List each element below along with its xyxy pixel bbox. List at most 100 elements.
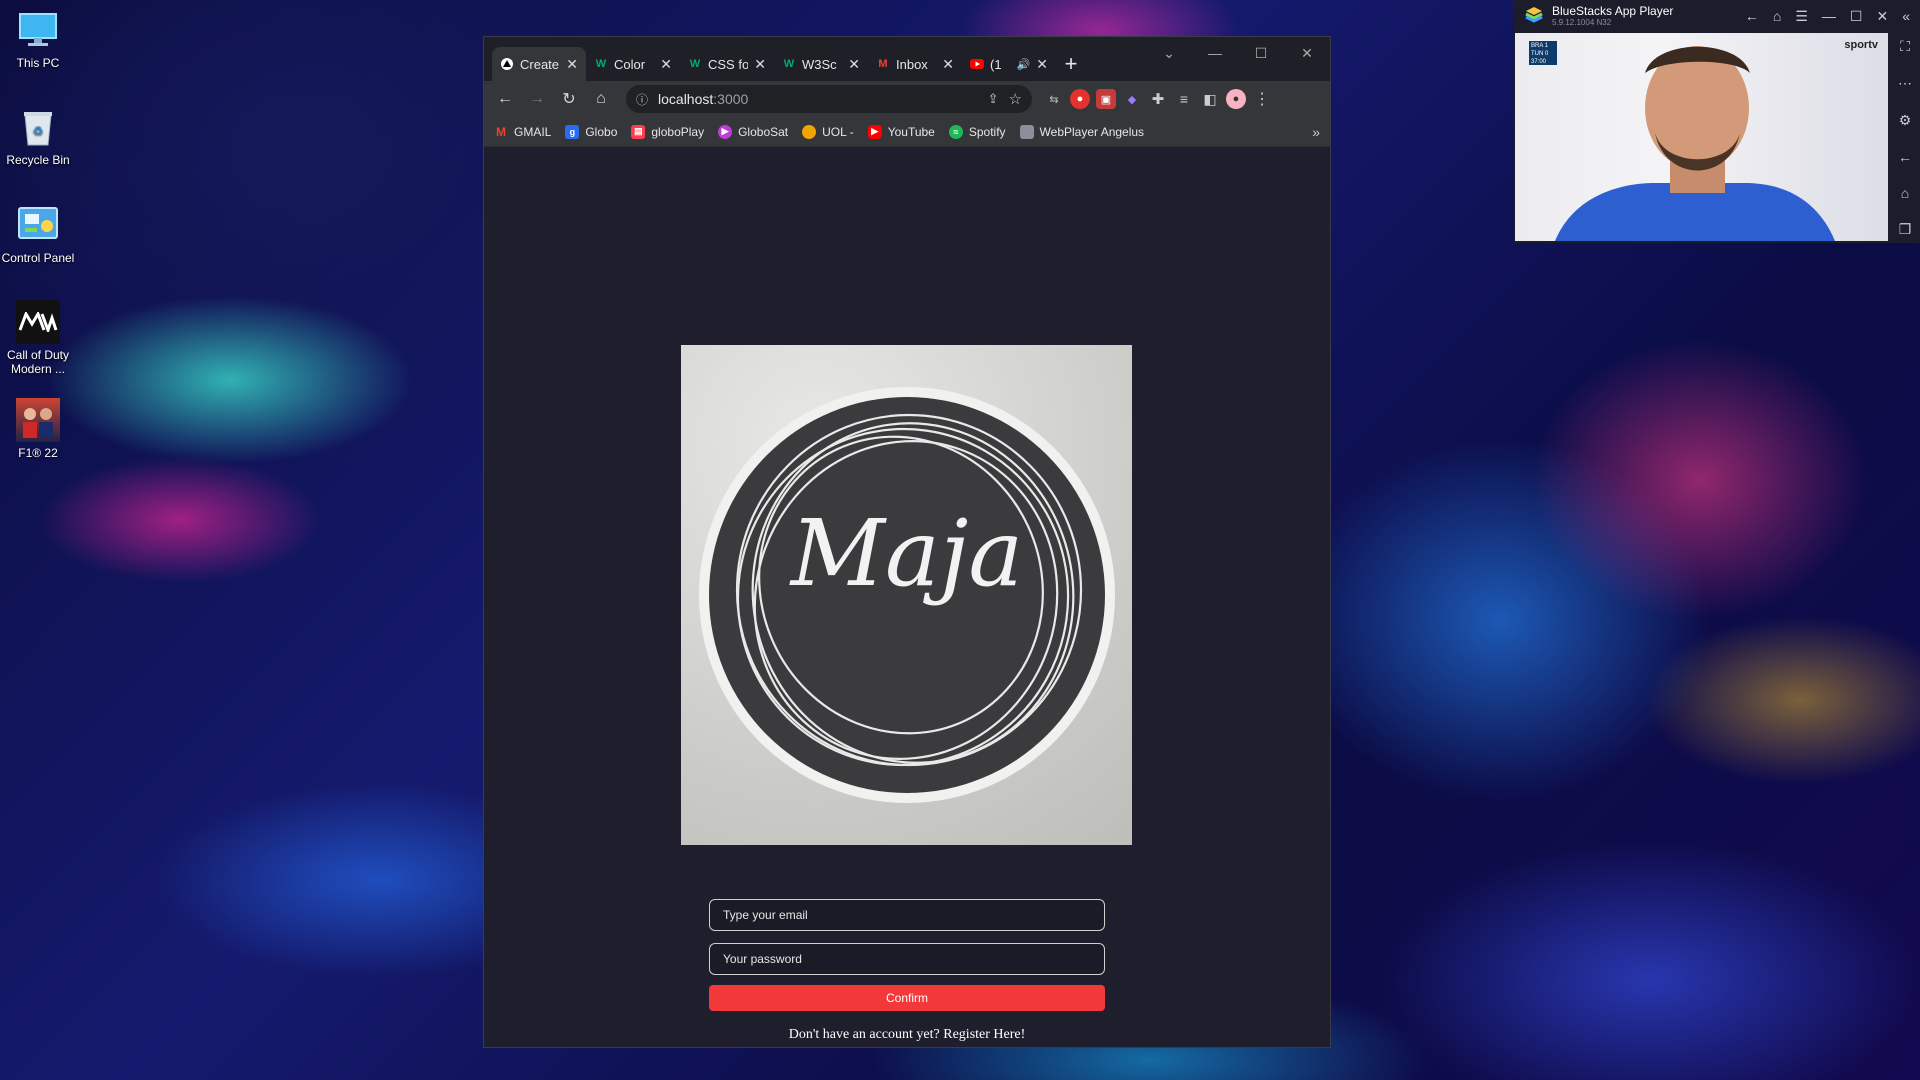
- bluestacks-title: BlueStacks App Player: [1552, 4, 1674, 18]
- bluestacks-logo-icon: [1524, 5, 1544, 28]
- bookmark-webplayer-angelus[interactable]: WebPlayer Angelus: [1019, 124, 1144, 139]
- menu-icon[interactable]: ☰: [1795, 8, 1808, 25]
- minimize-icon[interactable]: —: [1192, 37, 1238, 69]
- bluestacks-window: BlueStacks App Player 5.9.12.1004 N32 ← …: [1514, 0, 1920, 243]
- gmail-icon: M: [878, 58, 888, 70]
- control-panel-icon: [16, 203, 60, 247]
- tab-search-icon[interactable]: ⌄: [1146, 37, 1192, 69]
- close-icon[interactable]: ✕: [942, 56, 954, 73]
- w3schools-icon: W: [783, 58, 795, 70]
- extensions-puzzle-icon[interactable]: ✚: [1148, 89, 1168, 109]
- bookmark-gmail[interactable]: M GMAIL: [494, 125, 551, 139]
- logo-image: Maja: [681, 345, 1132, 845]
- close-icon[interactable]: ✕: [1876, 8, 1888, 25]
- globo-icon: g: [565, 124, 580, 139]
- tab-youtube[interactable]: (1 🔊 ✕: [962, 47, 1056, 81]
- forward-icon[interactable]: →: [524, 86, 550, 112]
- desktop-icon-control-panel[interactable]: Control Panel: [0, 203, 76, 265]
- login-form: Confirm Don't have an account yet? Regis…: [709, 899, 1105, 1043]
- tab-inbox[interactable]: M Inbox ✕: [868, 47, 962, 81]
- spotify-icon: ≈: [948, 124, 963, 139]
- side-panel-icon[interactable]: ◧: [1200, 89, 1220, 109]
- bookmarks-bar: M GMAIL g Globo ▤ globoPlay ▶ GloboSat UOL -…: [484, 117, 1330, 147]
- desktop-icon-label: Control Panel: [1, 251, 75, 265]
- bookmark-globosat[interactable]: ▶ GloboSat: [718, 124, 788, 139]
- info-icon[interactable]: ⓘ: [636, 91, 648, 108]
- maximize-icon[interactable]: ☐: [1850, 8, 1863, 25]
- desktop-icon-recycle-bin[interactable]: ♻ Recycle Bin: [0, 105, 76, 167]
- extension-icon[interactable]: ▣: [1096, 89, 1116, 109]
- svg-text:Maja: Maja: [789, 500, 1023, 607]
- new-tab-button[interactable]: +: [1056, 47, 1086, 81]
- bluestacks-version: 5.9.12.1004 N32: [1552, 18, 1612, 27]
- close-icon[interactable]: ✕: [566, 56, 578, 73]
- back-icon[interactable]: ←: [492, 86, 518, 112]
- register-link[interactable]: Don't have an account yet? Register Here…: [709, 1027, 1105, 1043]
- email-field[interactable]: [709, 899, 1105, 931]
- back-icon[interactable]: ←: [1898, 149, 1912, 165]
- tab-color[interactable]: W Color ✕: [586, 47, 680, 81]
- triangle-icon: [500, 57, 514, 71]
- reload-icon[interactable]: ↻: [556, 86, 582, 112]
- tab-strip: Create ✕ W Color ✕ W CSS fo ✕ W W3Sc ✕ M…: [484, 37, 1330, 81]
- bookmarks-more-icon[interactable]: »: [1312, 124, 1320, 140]
- maximize-icon[interactable]: ☐: [1238, 37, 1284, 69]
- speaker-icon[interactable]: 🔊: [1017, 58, 1031, 71]
- adblock-icon[interactable]: ●: [1070, 89, 1090, 109]
- tab-create[interactable]: Create ✕: [492, 47, 586, 81]
- globoplay-icon: ▤: [631, 124, 646, 139]
- desktop-icon-label: Call of Duty Modern ...: [6, 348, 70, 376]
- desktop-icon-this-pc[interactable]: This PC: [0, 8, 76, 70]
- bookmark-globoplay[interactable]: ▤ globoPlay: [631, 124, 704, 139]
- video-frame-player-image: [1555, 46, 1835, 241]
- home-icon[interactable]: ⌂: [1773, 8, 1781, 25]
- more-icon[interactable]: ⋯: [1898, 75, 1912, 92]
- close-icon[interactable]: ✕: [660, 56, 672, 73]
- w3schools-icon: W: [689, 58, 701, 70]
- youtube-icon: [970, 57, 984, 71]
- settings-icon[interactable]: ⚙: [1899, 112, 1912, 129]
- url-text[interactable]: localhost:3000: [658, 91, 978, 107]
- bluestacks-sidebar: ⛶ ⋯ ⚙ ← ⌂ ❐: [1890, 32, 1920, 238]
- share-icon[interactable]: ⇪: [988, 91, 999, 107]
- minimize-icon[interactable]: —: [1822, 8, 1836, 25]
- kebab-menu-icon[interactable]: ⋮: [1252, 89, 1272, 109]
- home-icon[interactable]: ⌂: [588, 86, 614, 112]
- close-window-icon[interactable]: ✕: [1284, 37, 1330, 69]
- password-field[interactable]: [709, 943, 1105, 975]
- profile-avatar-icon[interactable]: ●: [1226, 89, 1246, 109]
- svg-text:♻: ♻: [33, 124, 44, 138]
- media-control-icon[interactable]: ≡: [1174, 89, 1194, 109]
- recycle-bin-icon: ♻: [16, 105, 60, 149]
- youtube-icon: ▶: [867, 124, 882, 139]
- bookmark-youtube[interactable]: ▶ YouTube: [867, 124, 935, 139]
- desktop-icon-label: This PC: [16, 56, 60, 70]
- star-icon[interactable]: ☆: [1009, 90, 1022, 108]
- back-icon[interactable]: ←: [1745, 8, 1759, 25]
- extension-icon[interactable]: ◆: [1122, 89, 1142, 109]
- home-icon[interactable]: ⌂: [1901, 185, 1909, 201]
- browser-window: Create ✕ W Color ✕ W CSS fo ✕ W W3Sc ✕ M…: [483, 36, 1331, 1048]
- close-icon[interactable]: ✕: [1036, 56, 1048, 73]
- address-bar[interactable]: ⓘ localhost:3000 ⇪ ☆: [626, 85, 1032, 113]
- window-controls: ⌄ — ☐ ✕: [1146, 37, 1330, 69]
- bookmark-spotify[interactable]: ≈ Spotify: [948, 124, 1006, 139]
- desktop-icon-label: F1® 22: [18, 446, 58, 460]
- recent-apps-icon[interactable]: ❐: [1899, 221, 1912, 238]
- tab-css[interactable]: W CSS fo ✕: [680, 47, 774, 81]
- collapse-icon[interactable]: «: [1902, 8, 1910, 25]
- close-icon[interactable]: ✕: [848, 56, 860, 73]
- bluestacks-titlebar: BlueStacks App Player 5.9.12.1004 N32 ← …: [1514, 0, 1920, 32]
- extension-icon[interactable]: ⇆: [1044, 89, 1064, 109]
- tab-w3schools[interactable]: W W3Sc ✕: [774, 47, 868, 81]
- video-player[interactable]: BRA 1 TUN 0 37:00 sportv: [1515, 33, 1888, 241]
- browser-toolbar: ← → ↻ ⌂ ⓘ localhost:3000 ⇪ ☆ ⇆ ● ▣ ◆ ✚ ≡…: [484, 81, 1330, 117]
- desktop-icon-f1-22[interactable]: F1® 22: [0, 398, 76, 460]
- w3schools-icon: W: [595, 58, 607, 70]
- desktop-icon-call-of-duty[interactable]: Call of Duty Modern ...: [0, 300, 76, 376]
- confirm-button[interactable]: Confirm: [709, 985, 1105, 1011]
- bookmark-globo[interactable]: g Globo: [565, 124, 617, 139]
- bookmark-uol[interactable]: UOL -: [802, 124, 854, 139]
- fullscreen-icon[interactable]: ⛶: [1900, 38, 1910, 55]
- close-icon[interactable]: ✕: [754, 56, 766, 73]
